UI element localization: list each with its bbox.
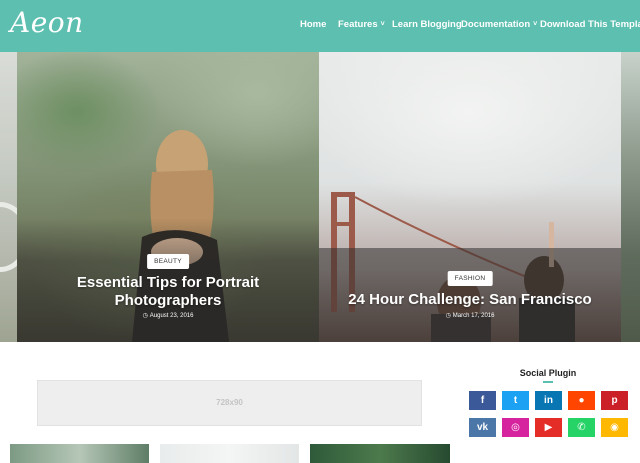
nav-learn-blogging-label: Learn Blogging	[392, 19, 462, 30]
post-date: ◷ March 17, 2016	[319, 312, 621, 319]
title-underline	[543, 381, 553, 383]
social-plugin-title: Social Plugin	[519, 368, 577, 378]
pinterest-button[interactable]: p	[601, 391, 628, 410]
post-title-line2: Photographers	[114, 292, 222, 309]
slide-next-peek	[621, 52, 640, 342]
chevron-down-icon: ˅	[533, 21, 538, 28]
featured-post-1[interactable]: BEAUTY Essential Tips for Portrait Photo…	[17, 52, 319, 342]
ad-banner-728x90[interactable]: 728x90	[37, 380, 422, 426]
whatsapp-button[interactable]: ✆	[568, 418, 595, 437]
slide-prev-peek	[0, 52, 30, 342]
post-title[interactable]: 24 Hour Challenge: San Francisco	[319, 291, 621, 309]
vk-icon: vk	[476, 422, 489, 433]
facebook-icon: f	[480, 395, 485, 406]
pinterest-icon: p	[611, 395, 618, 406]
facebook-button[interactable]: f	[469, 391, 496, 410]
post-date-text: March 17, 2016	[452, 313, 495, 319]
featured-slider: BEAUTY Essential Tips for Portrait Photo…	[0, 52, 640, 342]
reddit-button[interactable]: ●	[568, 391, 595, 410]
post-thumbnail[interactable]	[10, 444, 149, 463]
whatsapp-icon: ✆	[577, 422, 586, 433]
post-thumbnail[interactable]	[310, 444, 450, 463]
category-tag[interactable]: BEAUTY	[147, 254, 189, 269]
main-nav: Home Features ˅ Learn Blogging Documentat…	[0, 0, 640, 52]
post-title[interactable]: Essential Tips for Portrait Photographer…	[17, 274, 319, 310]
reddit-icon: ●	[578, 395, 585, 406]
nav-download-template-label: Download This Template	[540, 19, 640, 30]
nav-features[interactable]: Features ˅	[338, 19, 385, 30]
rss-button[interactable]: ◉	[601, 418, 628, 437]
youtube-button[interactable]: ▶	[535, 418, 562, 437]
clock-icon: ◷	[142, 313, 148, 319]
instagram-button[interactable]: ◎	[502, 418, 529, 437]
nav-documentation[interactable]: Documentation ˅	[461, 19, 537, 30]
youtube-icon: ▶	[544, 422, 553, 433]
twitter-icon: t	[513, 395, 518, 406]
instagram-icon: ◎	[511, 422, 520, 433]
linkedin-button[interactable]: in	[535, 391, 562, 410]
nav-home[interactable]: Home	[300, 19, 326, 30]
category-tag[interactable]: FASHION	[447, 271, 493, 286]
twitter-button[interactable]: t	[502, 391, 529, 410]
featured-post-2[interactable]: FASHION 24 Hour Challenge: San Francisco…	[319, 52, 621, 342]
post-thumbnail[interactable]	[160, 444, 299, 463]
chevron-down-icon: ˅	[380, 21, 385, 28]
nav-download-template[interactable]: Download This Template	[540, 19, 640, 30]
nav-features-label: Features	[338, 19, 378, 30]
vk-button[interactable]: vk	[469, 418, 496, 437]
post-date: ◷ August 23, 2016	[17, 312, 319, 319]
clock-icon: ◷	[445, 313, 451, 319]
top-header: Aeon Home Features ˅ Learn Blogging Docum…	[0, 0, 640, 52]
linkedin-icon: in	[544, 395, 553, 406]
nav-learn-blogging[interactable]: Learn Blogging	[392, 19, 462, 30]
post-title-line1: Essential Tips for Portrait	[76, 274, 260, 291]
nav-documentation-label: Documentation	[461, 19, 531, 30]
rss-icon: ◉	[610, 422, 619, 433]
post-date-text: August 23, 2016	[149, 313, 194, 319]
nav-home-label: Home	[300, 19, 327, 30]
